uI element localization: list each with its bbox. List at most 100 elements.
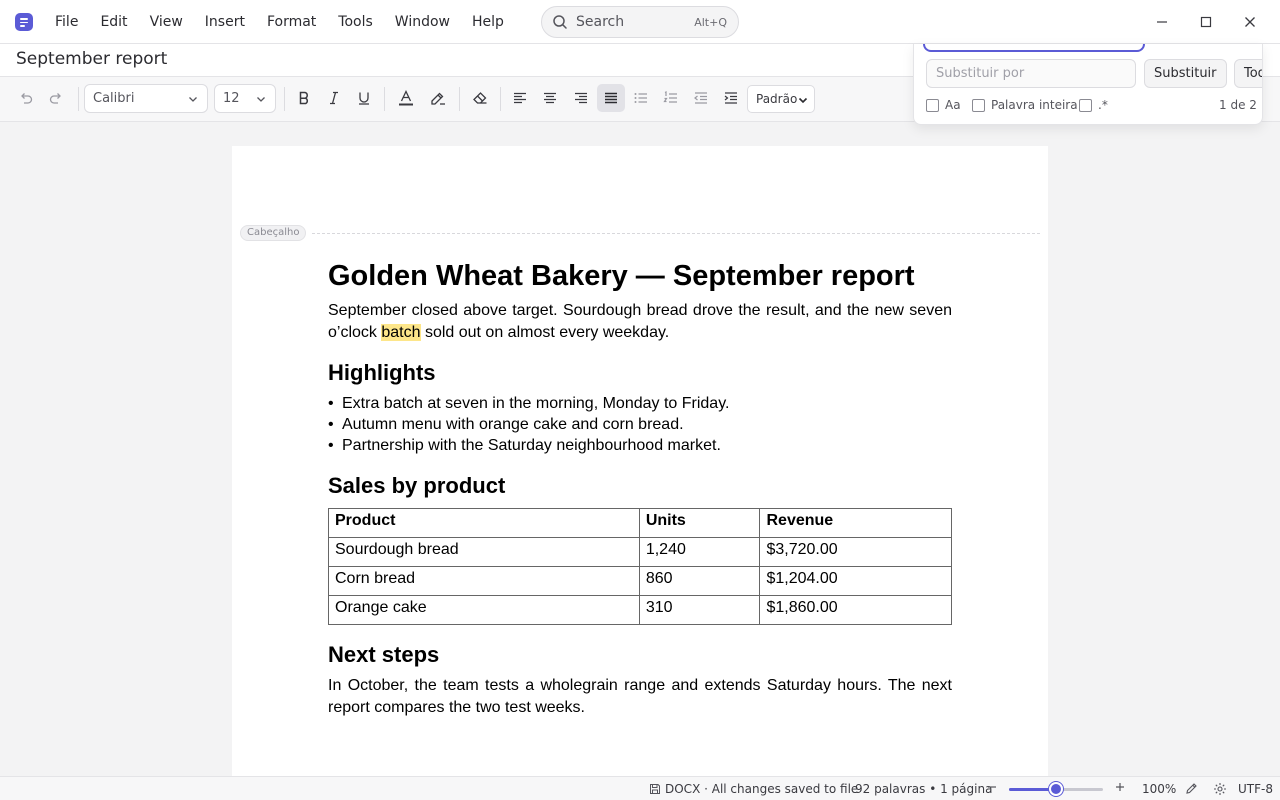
table-cell: Sourdough bread bbox=[328, 537, 640, 567]
zoom-slider[interactable] bbox=[1009, 782, 1103, 796]
minus-icon bbox=[988, 786, 996, 788]
match-count: 1 de 2 bbox=[1219, 98, 1257, 112]
edit-mode-button[interactable] bbox=[1185, 782, 1198, 798]
zoom-level[interactable]: 100% bbox=[1142, 782, 1176, 796]
underline-button[interactable] bbox=[350, 84, 378, 112]
align-left-button[interactable] bbox=[506, 84, 534, 112]
eraser-icon bbox=[473, 92, 487, 104]
maximize-icon bbox=[1200, 16, 1212, 28]
highlights-list: Extra batch at seven in the morning, Mon… bbox=[328, 393, 952, 456]
document-heading: Golden Wheat Bakery — September report bbox=[328, 260, 915, 292]
font-family-select[interactable]: Calibri bbox=[84, 84, 208, 113]
table-cell: 860 bbox=[638, 566, 761, 596]
font-size-value: 12 bbox=[223, 91, 240, 106]
sales-table: Product Units Revenue Sourdough bread 1,… bbox=[328, 508, 952, 625]
menu-view[interactable]: View bbox=[139, 7, 194, 37]
match-case-checkbox[interactable] bbox=[926, 98, 939, 112]
sales-heading: Sales by product bbox=[328, 473, 506, 498]
bold-button[interactable] bbox=[290, 84, 318, 112]
align-center-button[interactable] bbox=[536, 84, 564, 112]
whole-word-option[interactable]: Palavra inteira bbox=[972, 98, 1078, 112]
minimize-button[interactable] bbox=[1148, 8, 1176, 36]
document-body[interactable]: Golden Wheat Bakery — September report S… bbox=[328, 258, 952, 718]
menu-format[interactable]: Format bbox=[256, 7, 327, 37]
regex-label: .* bbox=[1098, 98, 1108, 112]
intro-paragraph: September closed above target. Sourdough… bbox=[328, 300, 952, 343]
align-right-button[interactable] bbox=[567, 84, 595, 112]
menu-insert[interactable]: Insert bbox=[194, 7, 256, 37]
command-search[interactable]: Search Alt+Q bbox=[541, 6, 739, 38]
text-color-icon bbox=[399, 89, 413, 106]
decrease-indent-button[interactable] bbox=[687, 84, 715, 112]
chevron-down-icon bbox=[257, 97, 265, 102]
match-case-option[interactable]: Aa bbox=[926, 98, 961, 112]
numbered-list-icon bbox=[663, 91, 677, 103]
italic-icon bbox=[330, 91, 338, 105]
outdent-icon bbox=[694, 92, 707, 104]
table-row: Corn bread 860 $1,204.00 bbox=[328, 566, 952, 596]
clear-formatting-button[interactable] bbox=[466, 84, 494, 112]
redo-button[interactable] bbox=[42, 84, 70, 112]
numbered-list-button[interactable] bbox=[657, 84, 685, 112]
zoom-slider-thumb[interactable] bbox=[1049, 782, 1063, 796]
menu-edit[interactable]: Edit bbox=[89, 7, 138, 37]
regex-checkbox[interactable] bbox=[1079, 98, 1092, 112]
settings-button[interactable] bbox=[1213, 782, 1227, 799]
replace-input[interactable]: Substituir por bbox=[926, 59, 1136, 88]
close-icon bbox=[1245, 17, 1255, 27]
encoding[interactable]: UTF-8 bbox=[1238, 782, 1273, 796]
table-cell: Corn bread bbox=[328, 566, 640, 596]
align-left-icon bbox=[514, 92, 526, 104]
search-label: Search bbox=[576, 14, 625, 30]
find-input[interactable] bbox=[923, 44, 1145, 52]
whole-word-label: Palavra inteira bbox=[991, 98, 1078, 112]
find-replace-panel: Substituir por Substituir Todos Aa Palav… bbox=[913, 44, 1263, 125]
paragraph-style-select[interactable]: Padrão bbox=[747, 85, 815, 113]
title-bar: File Edit View Insert Format Tools Windo… bbox=[0, 0, 1280, 44]
close-button[interactable] bbox=[1236, 8, 1264, 36]
menu-window[interactable]: Window bbox=[384, 7, 461, 37]
plus-icon bbox=[1116, 783, 1124, 791]
search-shortcut: Alt+Q bbox=[694, 15, 727, 29]
font-size-select[interactable]: 12 bbox=[214, 84, 276, 113]
undo-icon bbox=[21, 93, 33, 104]
replace-all-button[interactable]: Todos bbox=[1234, 59, 1262, 88]
save-status: DOCX · All changes saved to file bbox=[665, 782, 859, 796]
justify-button[interactable] bbox=[597, 84, 625, 112]
pencil-icon bbox=[1186, 783, 1197, 794]
zoom-out-button[interactable] bbox=[986, 781, 998, 797]
menu-file[interactable]: File bbox=[44, 7, 89, 37]
document-title[interactable]: September report bbox=[16, 49, 167, 69]
bullet-list-button[interactable] bbox=[627, 84, 655, 112]
increase-indent-button[interactable] bbox=[717, 84, 745, 112]
regex-option[interactable]: .* bbox=[1079, 98, 1108, 112]
list-item: Partnership with the Saturday neighbourh… bbox=[328, 435, 952, 456]
table-cell: $1,860.00 bbox=[759, 595, 952, 625]
align-justify-icon bbox=[605, 92, 617, 104]
table-row: Orange cake 310 $1,860.00 bbox=[328, 595, 952, 625]
match-case-label: Aa bbox=[945, 98, 961, 112]
bullet-list-icon bbox=[634, 93, 647, 103]
italic-button[interactable] bbox=[320, 84, 348, 112]
highlight-color-button[interactable] bbox=[424, 84, 452, 112]
bold-icon bbox=[299, 91, 308, 105]
toolbar-divider bbox=[284, 87, 285, 111]
intro-text-after: sold out on almost every weekday. bbox=[420, 323, 670, 341]
text-color-button[interactable] bbox=[392, 84, 420, 112]
undo-button[interactable] bbox=[12, 84, 40, 112]
maximize-button[interactable] bbox=[1192, 8, 1220, 36]
word-count: 92 palavras • 1 página bbox=[855, 782, 993, 796]
paragraph-style-value: Padrão bbox=[756, 92, 798, 106]
menu-tools[interactable]: Tools bbox=[327, 7, 384, 37]
whole-word-checkbox[interactable] bbox=[972, 98, 985, 112]
highlighter-icon bbox=[431, 92, 445, 105]
toolbar-divider bbox=[78, 87, 79, 111]
app-logo-icon bbox=[15, 13, 33, 31]
chevron-down-icon bbox=[798, 97, 808, 104]
header-region-tag[interactable]: Cabeçalho bbox=[240, 225, 307, 241]
document-page[interactable]: Cabeçalho Golden Wheat Bakery — Septembe… bbox=[232, 146, 1048, 786]
table-cell: 1,240 bbox=[638, 537, 761, 567]
zoom-in-button[interactable] bbox=[1114, 781, 1126, 797]
menu-help[interactable]: Help bbox=[461, 7, 515, 37]
replace-button[interactable]: Substituir bbox=[1144, 59, 1227, 88]
